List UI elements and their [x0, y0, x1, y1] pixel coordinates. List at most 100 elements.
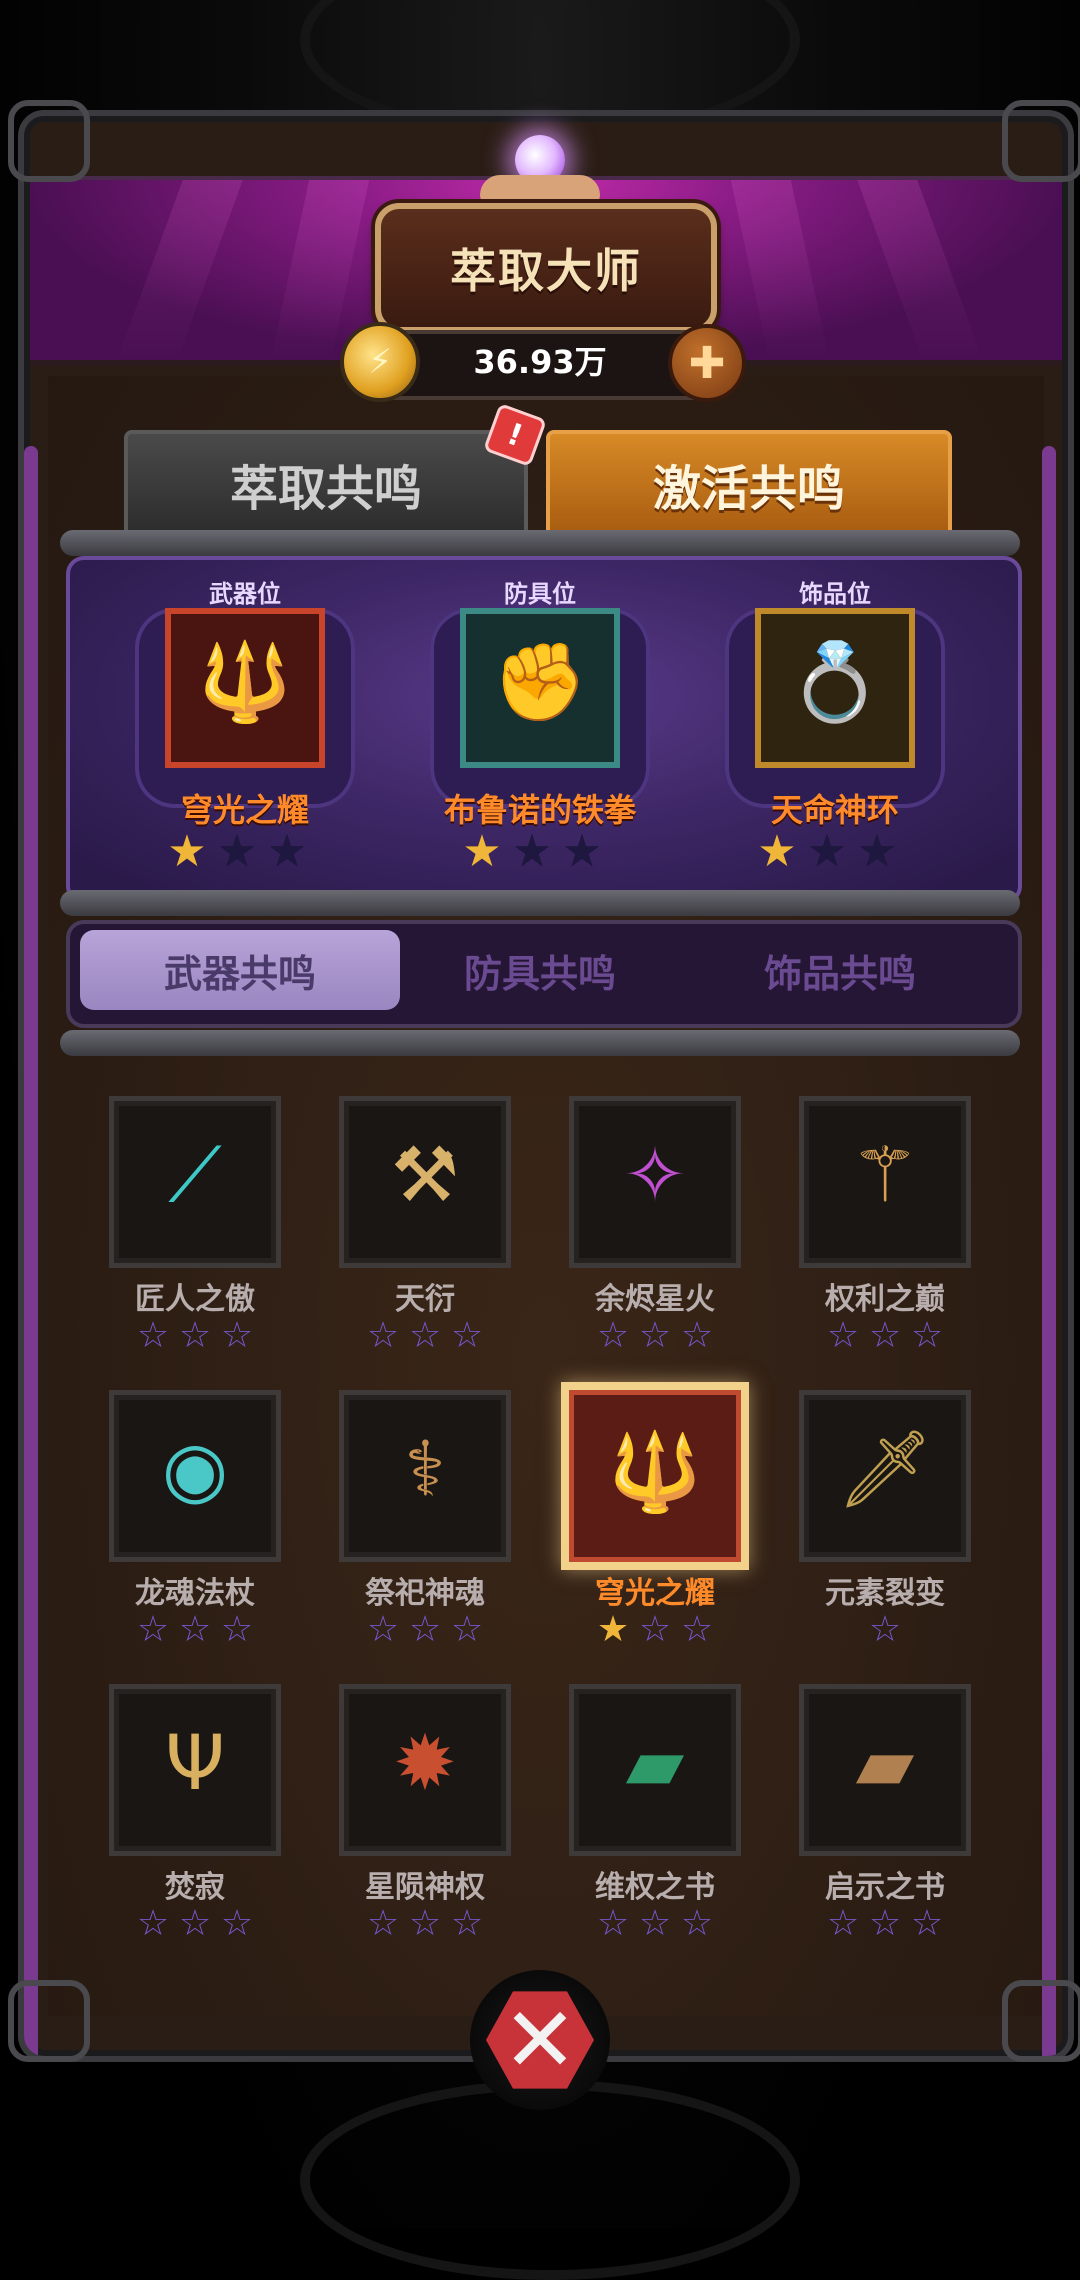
gold-coin-icon: ⚡: [340, 322, 420, 402]
star-empty-icon: ★: [807, 826, 847, 877]
weapon-slot[interactable]: ⚕: [339, 1390, 511, 1562]
weapon-stars: ☆ ☆ ☆: [135, 1906, 255, 1942]
slot-item-name: 穹光之耀: [180, 791, 309, 829]
star-filled-icon: ★: [167, 826, 207, 877]
star-empty-icon: ☆: [178, 1315, 212, 1356]
star-empty-icon: ☆: [408, 1903, 442, 1944]
weapon-name: 天衍: [395, 1282, 455, 1317]
weapon-name: 焚寂: [165, 1870, 225, 1905]
star-filled-icon: ★: [757, 826, 797, 877]
star-empty-icon: ☆: [136, 1315, 170, 1356]
subtab-armor-resonance[interactable]: 防具共鸣: [380, 930, 700, 1010]
star-empty-icon: ☆: [596, 1315, 630, 1356]
weapon-name: 启示之书: [825, 1870, 945, 1905]
divider: [60, 530, 1020, 556]
corner-ornament-top-right: [1002, 100, 1080, 182]
weapon-slot[interactable]: 🔱: [561, 1382, 749, 1570]
star-empty-icon: ☆: [638, 1903, 672, 1944]
currency-amount: 36.93万: [473, 343, 607, 381]
tab-label: 萃取共鸣: [229, 461, 422, 517]
left-rail: [24, 446, 38, 2056]
star-empty-icon: ☆: [826, 1903, 860, 1944]
star-empty-icon: ☆: [136, 1903, 170, 1944]
weapon-stars: ☆: [867, 1612, 903, 1648]
slot-weapon[interactable]: 🔱: [165, 608, 325, 768]
weapon-stars: ☆ ☆ ☆: [365, 1906, 485, 1942]
star-empty-icon: ★: [512, 826, 552, 877]
weapon-slot[interactable]: ✹: [339, 1684, 511, 1856]
star-filled-icon: ★: [462, 826, 502, 877]
subtab-weapon-resonance[interactable]: 武器共鸣: [80, 930, 400, 1010]
star-empty-icon: ☆: [680, 1609, 714, 1650]
star-empty-icon: ★: [267, 826, 307, 877]
weapon-slot[interactable]: ◉: [109, 1390, 281, 1562]
slot-accessory[interactable]: 💍: [755, 608, 915, 768]
corner-ornament-bottom-left: [8, 1980, 90, 2062]
slot-stars: ★ ★ ★: [165, 830, 309, 874]
staff-icon: ✧: [623, 1130, 687, 1219]
weapon-slot[interactable]: ▰: [799, 1684, 971, 1856]
star-empty-icon: ☆: [220, 1315, 254, 1356]
subtab-label: 防具共鸣: [463, 951, 616, 996]
weapon-slot[interactable]: ⟋: [109, 1096, 281, 1268]
weapon-stars: ★ ☆ ☆: [595, 1612, 715, 1648]
weapon-name: 权利之巅: [825, 1282, 945, 1317]
claw-icon: ⟋: [168, 1130, 222, 1219]
weapon-name: 祭祀神魂: [365, 1576, 485, 1611]
star-empty-icon: ☆: [450, 1903, 484, 1944]
star-empty-icon: ★: [217, 826, 257, 877]
star-empty-icon: ★: [562, 826, 602, 877]
star-empty-icon: ☆: [638, 1609, 672, 1650]
hand-icon: [480, 175, 600, 205]
tab-extract-resonance[interactable]: 萃取共鸣: [124, 430, 528, 538]
subtab-accessory-resonance[interactable]: 饰品共鸣: [680, 930, 1000, 1010]
weapon-stars: ☆ ☆ ☆: [135, 1612, 255, 1648]
weapon-slot[interactable]: ✧: [569, 1096, 741, 1268]
weapon-slot[interactable]: Ψ: [109, 1684, 281, 1856]
hammer-icon: ⚒: [390, 1130, 460, 1219]
star-empty-icon: ☆: [450, 1315, 484, 1356]
star-empty-icon: ☆: [408, 1609, 442, 1650]
tab-label: 激活共鸣: [652, 461, 845, 517]
gauntlet-icon: ✊: [492, 637, 588, 726]
star-empty-icon: ☆: [220, 1609, 254, 1650]
ring-icon: 💍: [787, 637, 883, 726]
star-empty-icon: ☆: [408, 1315, 442, 1356]
star-empty-icon: ☆: [136, 1609, 170, 1650]
right-rail: [1042, 446, 1056, 2056]
star-empty-icon: ☆: [366, 1315, 400, 1356]
weapon-stars: ☆ ☆ ☆: [135, 1318, 255, 1354]
divider: [60, 1030, 1020, 1056]
weapon-slot[interactable]: 🗡: [799, 1390, 971, 1562]
dragon-staff-icon: ◉: [161, 1424, 229, 1513]
subtab-label: 武器共鸣: [163, 951, 316, 996]
weapon-slot[interactable]: ⚚: [799, 1096, 971, 1268]
star-empty-icon: ☆: [826, 1315, 860, 1356]
weapon-slot[interactable]: ▰: [569, 1684, 741, 1856]
brown-book-icon: ▰: [855, 1718, 915, 1807]
star-empty-icon: ☆: [680, 1315, 714, 1356]
star-empty-icon: ☆: [220, 1903, 254, 1944]
green-book-icon: ▰: [625, 1718, 685, 1807]
slot-label-armor: 防具位: [504, 580, 576, 608]
ritual-staff-icon: ⚕: [404, 1424, 446, 1513]
star-empty-icon: ☆: [680, 1903, 714, 1944]
close-icon: ✕: [486, 1991, 594, 2089]
slot-item-name: 天命神环: [770, 791, 899, 829]
weapon-stars: ☆ ☆ ☆: [825, 1906, 945, 1942]
slot-armor[interactable]: ✊: [460, 608, 620, 768]
slot-item-name: 布鲁诺的铁拳: [443, 791, 636, 829]
weapon-stars: ☆ ☆ ☆: [595, 1906, 715, 1942]
weapon-name: 元素裂变: [825, 1576, 945, 1611]
star-filled-icon: ★: [596, 1609, 630, 1650]
weapon-name: 匠人之傲: [135, 1282, 255, 1317]
tab-activate-resonance[interactable]: 激活共鸣: [546, 430, 952, 538]
add-currency-button[interactable]: ✚: [668, 324, 746, 402]
close-button[interactable]: ✕: [470, 1970, 610, 2110]
slot-stars: ★ ★ ★: [460, 830, 604, 874]
star-empty-icon: ☆: [868, 1903, 902, 1944]
weapon-slot[interactable]: ⚒: [339, 1096, 511, 1268]
weapon-stars: ☆ ☆ ☆: [825, 1318, 945, 1354]
star-empty-icon: ☆: [596, 1903, 630, 1944]
weapon-stars: ☆ ☆ ☆: [595, 1318, 715, 1354]
